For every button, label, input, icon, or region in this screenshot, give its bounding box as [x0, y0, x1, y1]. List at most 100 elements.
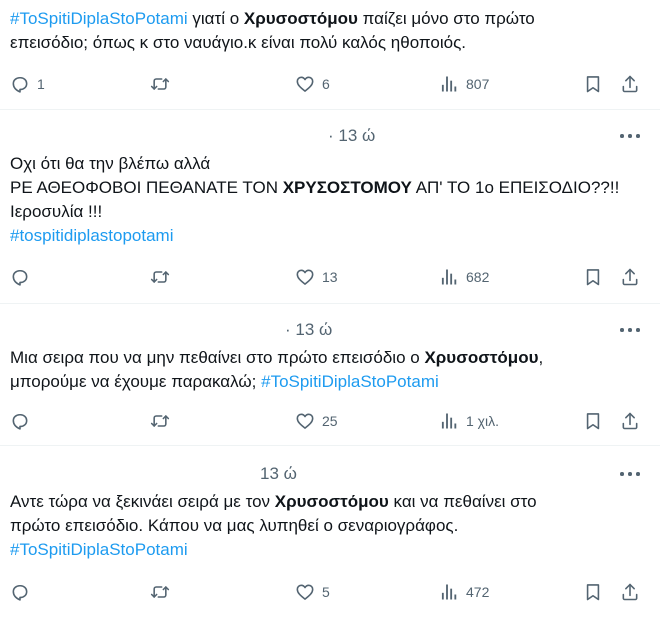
text-run: Μια σειρα που να μην πεθαίνει στο πρώτο … — [10, 348, 425, 367]
retweet-button[interactable] — [150, 580, 177, 604]
tweet-text-line: #ToSpitiDiplaStoPotami — [10, 538, 650, 562]
text-run: , — [538, 348, 544, 367]
more-icon[interactable] — [618, 126, 642, 146]
heart-icon — [295, 411, 315, 431]
tweet-text-line: Μια σειρα που να μην πεθαίνει στο πρώτο … — [10, 346, 650, 370]
like-count: 13 — [322, 269, 338, 285]
reply-icon — [10, 267, 30, 287]
share-button[interactable] — [620, 72, 640, 96]
retweet-button[interactable] — [150, 265, 177, 289]
text-run: ΑΠ' ΤΟ 1ο ΕΠΕΙΣΟΔΙΟ??!! — [411, 178, 620, 197]
share-button[interactable] — [620, 409, 640, 433]
like-count: 25 — [322, 413, 338, 429]
tweet-text: Μια σειρα που να μην πεθαίνει στο πρώτο … — [10, 346, 650, 394]
retweet-icon — [150, 267, 170, 287]
heart-icon — [295, 74, 315, 94]
tweet-actions: 13 682 — [0, 265, 660, 289]
tweet-text-line: μπορούμε να έχουμε παρακαλώ; #ToSpitiDip… — [10, 370, 650, 394]
tweet-timestamp[interactable]: 13 ώ — [260, 464, 297, 484]
views-button[interactable]: 807 — [439, 72, 489, 96]
views-button[interactable]: 472 — [439, 580, 489, 604]
text-run: επεισόδιο; όπως κ στο ναυάγιο.κ είναι πο… — [10, 33, 467, 52]
text-run: μπορούμε να έχουμε παρακαλώ; — [10, 372, 262, 391]
bookmark-icon — [583, 74, 603, 94]
like-count: 6 — [322, 76, 330, 92]
like-count: 5 — [322, 584, 330, 600]
tweet[interactable]: #ToSpitiDiplaStoPotami γιατί ο Χρυσοστόμ… — [0, 0, 660, 108]
more-icon[interactable] — [618, 464, 642, 484]
hashtag-link[interactable]: #ToSpitiDiplaStoPotami — [261, 372, 439, 391]
reply-button[interactable] — [10, 265, 37, 289]
reply-icon — [10, 582, 30, 602]
views-button[interactable]: 1 χιλ. — [439, 409, 499, 433]
reply-button[interactable] — [10, 580, 37, 604]
tweet-text: Αντε τώρα να ξεκινάει σειρά με τον Χρυσο… — [10, 490, 650, 562]
heart-icon — [295, 582, 315, 602]
share-icon — [620, 582, 640, 602]
views-count: 682 — [466, 269, 490, 285]
share-icon — [620, 411, 640, 431]
tweet-text-line: ΡΕ ΑΘΕΟΦΟΒΟΙ ΠΕΘΑΝΑΤΕ ΤΟΝ ΧΡΥΣΟΣΤΟΜΟΥ ΑΠ… — [10, 176, 650, 200]
retweet-button[interactable] — [150, 72, 177, 96]
text-run: γιατί ο — [187, 9, 244, 28]
highlighted-text: Χρυσοστόμου — [243, 9, 358, 28]
reply-icon — [10, 74, 30, 94]
hashtag-link[interactable]: #tospitidiplastopotami — [10, 226, 173, 245]
bookmark-button[interactable] — [583, 409, 603, 433]
bookmark-button[interactable] — [583, 72, 603, 96]
tweet-text-line: Ιεροσυλία !!! — [10, 200, 650, 224]
hashtag-link[interactable]: #ToSpitiDiplaStoPotami — [10, 540, 188, 559]
tweet-actions: 5 472 — [0, 580, 660, 604]
views-button[interactable]: 682 — [439, 265, 489, 289]
tweet-actions: 1 6 807 — [0, 72, 660, 96]
tweet-text-line: επεισόδιο; όπως κ στο ναυάγιο.κ είναι πο… — [10, 31, 650, 55]
like-button[interactable]: 13 — [295, 265, 338, 289]
bookmark-button[interactable] — [583, 580, 603, 604]
share-button[interactable] — [620, 580, 640, 604]
tweet-text-line: πρώτο επεισόδιο. Κάπου να μας λυπηθεί ο … — [10, 514, 650, 538]
retweet-icon — [150, 74, 170, 94]
views-count: 1 χιλ. — [466, 413, 500, 429]
text-run: Ιεροσυλία !!! — [10, 202, 103, 221]
views-icon — [439, 411, 459, 431]
reply-count: 1 — [37, 76, 45, 92]
bookmark-icon — [583, 267, 603, 287]
text-run: παίζει μόνο στο πρώτο — [357, 9, 535, 28]
reply-button[interactable]: 1 — [10, 72, 45, 96]
reply-button[interactable] — [10, 409, 37, 433]
text-run: και να πεθαίνει στο — [388, 492, 537, 511]
views-icon — [439, 267, 459, 287]
bookmark-button[interactable] — [583, 265, 603, 289]
heart-icon — [295, 267, 315, 287]
more-icon[interactable] — [618, 320, 642, 340]
tweet-text-line: Οχι ότι θα την βλέπω αλλά — [10, 152, 650, 176]
highlighted-text: ΧΡΥΣΟΣΤΟΜΟΥ — [282, 178, 412, 197]
tweet[interactable]: 13 ώ Αντε τώρα να ξεκινάει σειρά με τον … — [0, 446, 660, 622]
views-count: 807 — [466, 76, 490, 92]
share-icon — [620, 74, 640, 94]
tweet-text-line: Αντε τώρα να ξεκινάει σειρά με τον Χρυσο… — [10, 490, 650, 514]
bookmark-icon — [583, 582, 603, 602]
text-run: ΡΕ ΑΘΕΟΦΟΒΟΙ ΠΕΘΑΝΑΤΕ ΤΟΝ — [10, 178, 283, 197]
tweet-text-line: #tospitidiplastopotami — [10, 224, 650, 248]
text-run: πρώτο επεισόδιο. Κάπου να μας λυπηθεί ο … — [10, 516, 459, 535]
tweet[interactable]: · 13 ώ Οχι ότι θα την βλέπω αλλά ΡΕ ΑΘΕΟΦ… — [0, 110, 660, 303]
retweet-button[interactable] — [150, 409, 177, 433]
views-icon — [439, 74, 459, 94]
tweet[interactable]: · 13 ώ Μια σειρα που να μην πεθαίνει στο… — [0, 304, 660, 445]
views-icon — [439, 582, 459, 602]
tweet-text: Οχι ότι θα την βλέπω αλλά ΡΕ ΑΘΕΟΦΟΒΟΙ ΠΕ… — [10, 152, 650, 248]
retweet-icon — [150, 582, 170, 602]
tweet-text: #ToSpitiDiplaStoPotami γιατί ο Χρυσοστόμ… — [10, 7, 650, 55]
text-run: Αντε τώρα να ξεκινάει σειρά με τον — [10, 492, 275, 511]
like-button[interactable]: 25 — [295, 409, 338, 433]
share-button[interactable] — [620, 265, 640, 289]
like-button[interactable]: 5 — [295, 580, 330, 604]
highlighted-text: Χρυσοστόμου — [274, 492, 389, 511]
views-count: 472 — [466, 584, 490, 600]
hashtag-link[interactable]: #ToSpitiDiplaStoPotami — [10, 9, 188, 28]
tweet-timestamp[interactable]: · 13 ώ — [328, 126, 375, 146]
tweet-timestamp[interactable]: · 13 ώ — [285, 320, 332, 340]
tweet-actions: 25 1 χιλ. — [0, 409, 660, 433]
like-button[interactable]: 6 — [295, 72, 330, 96]
